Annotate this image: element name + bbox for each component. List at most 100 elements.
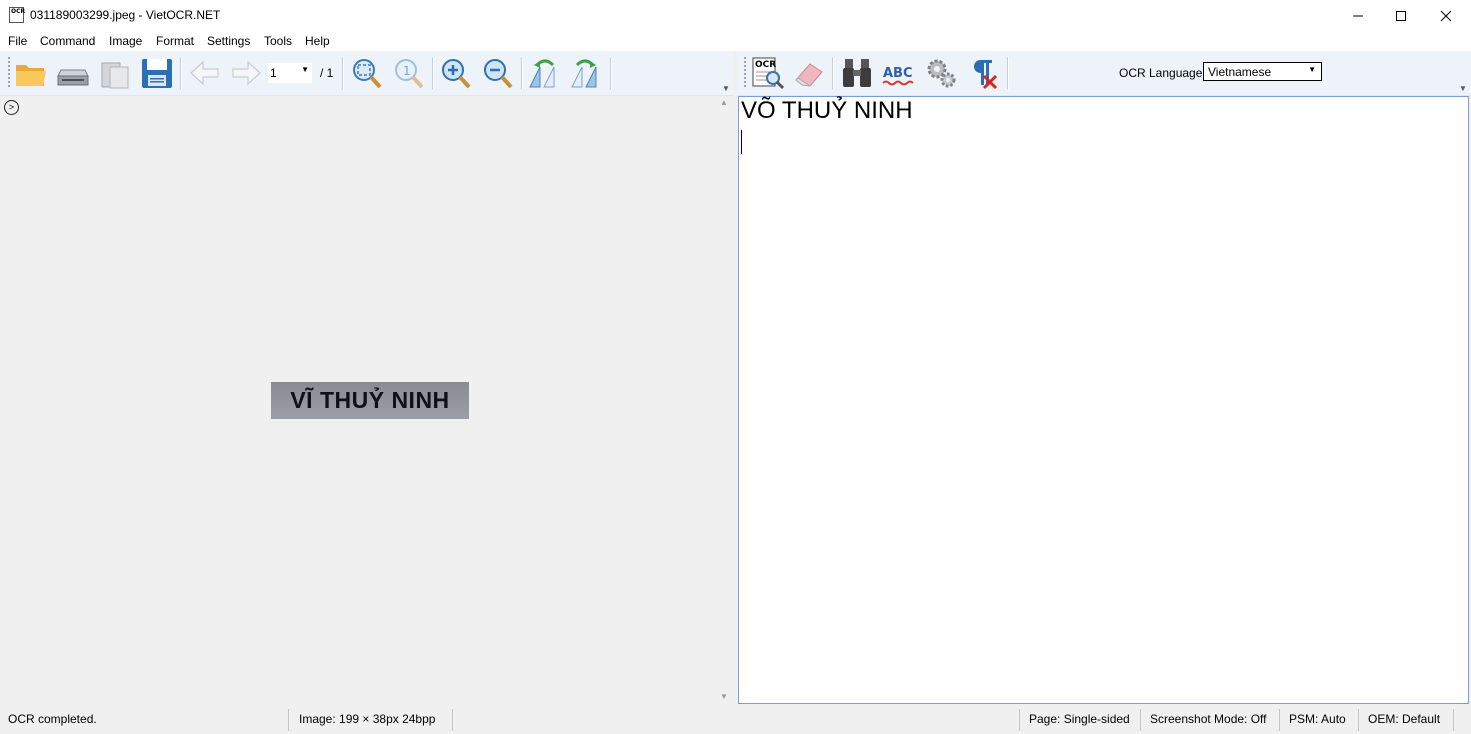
fit-image-icon bbox=[353, 59, 382, 89]
app-icon[interactable]: OCR bbox=[9, 7, 26, 23]
toolbar-separator bbox=[342, 57, 344, 89]
status-separator bbox=[1453, 709, 1454, 731]
scroll-up-icon[interactable]: ▲ bbox=[720, 98, 728, 107]
status-bar: OCR completed. Image: 199 × 38px 24bpp P… bbox=[0, 706, 1471, 734]
status-page[interactable]: Page: Single-sided bbox=[1029, 712, 1130, 726]
ocr-button[interactable]: OCR bbox=[751, 56, 785, 90]
close-button[interactable] bbox=[1423, 0, 1469, 31]
menu-command[interactable]: Command bbox=[40, 34, 95, 48]
zoom-in-button[interactable] bbox=[438, 56, 472, 90]
status-separator bbox=[1019, 709, 1020, 731]
zoom-out-button[interactable] bbox=[480, 56, 514, 90]
menu-tools[interactable]: Tools bbox=[264, 34, 292, 48]
toolbar-separator bbox=[180, 57, 182, 89]
maximize-button[interactable] bbox=[1378, 0, 1424, 31]
toolbar-grip[interactable] bbox=[8, 57, 10, 89]
page-number-select[interactable]: 1 ▼ bbox=[268, 63, 312, 83]
toolbar-separator bbox=[610, 57, 612, 89]
svg-text:ABC: ABC bbox=[883, 66, 913, 81]
actual-size-button[interactable]: 1 bbox=[391, 56, 425, 90]
next-page-button[interactable] bbox=[229, 56, 263, 90]
close-icon bbox=[1440, 10, 1452, 21]
expand-panel-button[interactable]: > bbox=[4, 100, 19, 115]
app-icon-label: OCR bbox=[11, 8, 26, 15]
scan-button[interactable] bbox=[56, 56, 90, 90]
open-button[interactable] bbox=[14, 56, 48, 90]
binoculars-icon bbox=[843, 59, 871, 87]
loaded-image: VĨ THUỶ NINH bbox=[271, 382, 469, 419]
ocr-language-label: OCR Language bbox=[1119, 66, 1203, 80]
menu-settings[interactable]: Settings bbox=[207, 34, 250, 48]
menu-image[interactable]: Image bbox=[109, 34, 142, 48]
text-toolbar: OCR ABC ▼ bbox=[737, 51, 1471, 96]
paste-button[interactable] bbox=[98, 56, 132, 90]
rotate-left-button[interactable] bbox=[527, 56, 561, 90]
page-number-value: 1 bbox=[270, 66, 277, 80]
page-total: / 1 bbox=[320, 66, 334, 80]
status-oem[interactable]: OEM: Default bbox=[1368, 712, 1440, 726]
side-panel-strip bbox=[0, 96, 25, 705]
previous-page-button[interactable] bbox=[188, 56, 222, 90]
toolbar-separator bbox=[832, 57, 834, 89]
toolbar-grip[interactable] bbox=[744, 57, 746, 89]
status-screenshot-mode[interactable]: Screenshot Mode: Off bbox=[1150, 712, 1267, 726]
open-folder-icon bbox=[16, 65, 46, 86]
toolbar-overflow-icon[interactable]: ▼ bbox=[1459, 84, 1467, 93]
rotate-right-button[interactable] bbox=[569, 56, 603, 90]
remove-line-breaks-icon bbox=[973, 60, 998, 90]
status-separator bbox=[452, 709, 453, 731]
fit-image-button[interactable] bbox=[349, 56, 383, 90]
chevron-down-icon: ▼ bbox=[1308, 65, 1316, 74]
spellcheck-button[interactable]: ABC bbox=[882, 56, 916, 90]
ocr-language-value: Vietnamese bbox=[1208, 65, 1272, 79]
paste-icon bbox=[101, 62, 129, 89]
status-separator bbox=[1140, 709, 1141, 731]
ocr-result-text: VÕ THUỶ NINH bbox=[741, 97, 913, 124]
toolbar-separator bbox=[432, 57, 434, 89]
text-caret bbox=[741, 130, 742, 154]
previous-page-icon bbox=[190, 60, 219, 86]
spellcheck-icon: ABC bbox=[882, 66, 914, 86]
status-image-info: Image: 199 × 38px 24bpp bbox=[299, 712, 436, 726]
menu-file[interactable]: File bbox=[8, 34, 27, 48]
eraser-icon bbox=[795, 63, 823, 87]
zoom-in-icon bbox=[442, 59, 471, 89]
ocr-icon: OCR bbox=[752, 57, 785, 90]
menu-bar: File Command Image Format Settings Tools… bbox=[0, 31, 1471, 51]
status-separator bbox=[1358, 709, 1359, 731]
find-button[interactable] bbox=[840, 56, 874, 90]
status-separator bbox=[288, 709, 289, 731]
image-toolbar: 1 ▼ / 1 1 ▼ bbox=[0, 51, 734, 96]
ocr-language-select[interactable]: Vietnamese ▼ bbox=[1203, 62, 1322, 81]
rotate-left-icon bbox=[529, 59, 555, 88]
status-psm[interactable]: PSM: Auto bbox=[1289, 712, 1346, 726]
menu-format[interactable]: Format bbox=[156, 34, 194, 48]
status-message: OCR completed. bbox=[8, 712, 97, 726]
actual-size-icon: 1 bbox=[395, 59, 424, 89]
chevron-down-icon: ▼ bbox=[301, 65, 309, 74]
image-text: VĨ THUỶ NINH bbox=[290, 387, 450, 413]
post-process-button[interactable] bbox=[924, 56, 958, 90]
window-title: 031189003299.jpeg - VietOCR.NET bbox=[30, 8, 221, 22]
next-page-icon bbox=[232, 60, 261, 86]
rotate-right-icon bbox=[571, 59, 597, 88]
maximize-icon bbox=[1396, 10, 1406, 21]
clear-button[interactable] bbox=[792, 56, 826, 90]
status-separator bbox=[1279, 709, 1280, 731]
minimize-button[interactable] bbox=[1335, 0, 1381, 31]
remove-line-breaks-button[interactable] bbox=[966, 56, 1000, 90]
toolbar-overflow-icon[interactable]: ▼ bbox=[722, 84, 730, 93]
save-icon bbox=[142, 59, 172, 88]
title-bar: OCR 031189003299.jpeg - VietOCR.NET bbox=[0, 0, 1471, 31]
ocr-text-area[interactable] bbox=[738, 96, 1469, 704]
minimize-icon bbox=[1353, 15, 1363, 16]
svg-text:1: 1 bbox=[403, 64, 411, 78]
scan-icon bbox=[57, 69, 89, 86]
toolbar-separator bbox=[521, 57, 523, 89]
toolbar-separator bbox=[1007, 57, 1009, 89]
save-button[interactable] bbox=[140, 56, 174, 90]
menu-help[interactable]: Help bbox=[305, 34, 330, 48]
settings-gears-icon bbox=[927, 59, 956, 88]
chevron-right-icon: > bbox=[8, 102, 15, 112]
scroll-down-icon[interactable]: ▼ bbox=[720, 692, 728, 701]
